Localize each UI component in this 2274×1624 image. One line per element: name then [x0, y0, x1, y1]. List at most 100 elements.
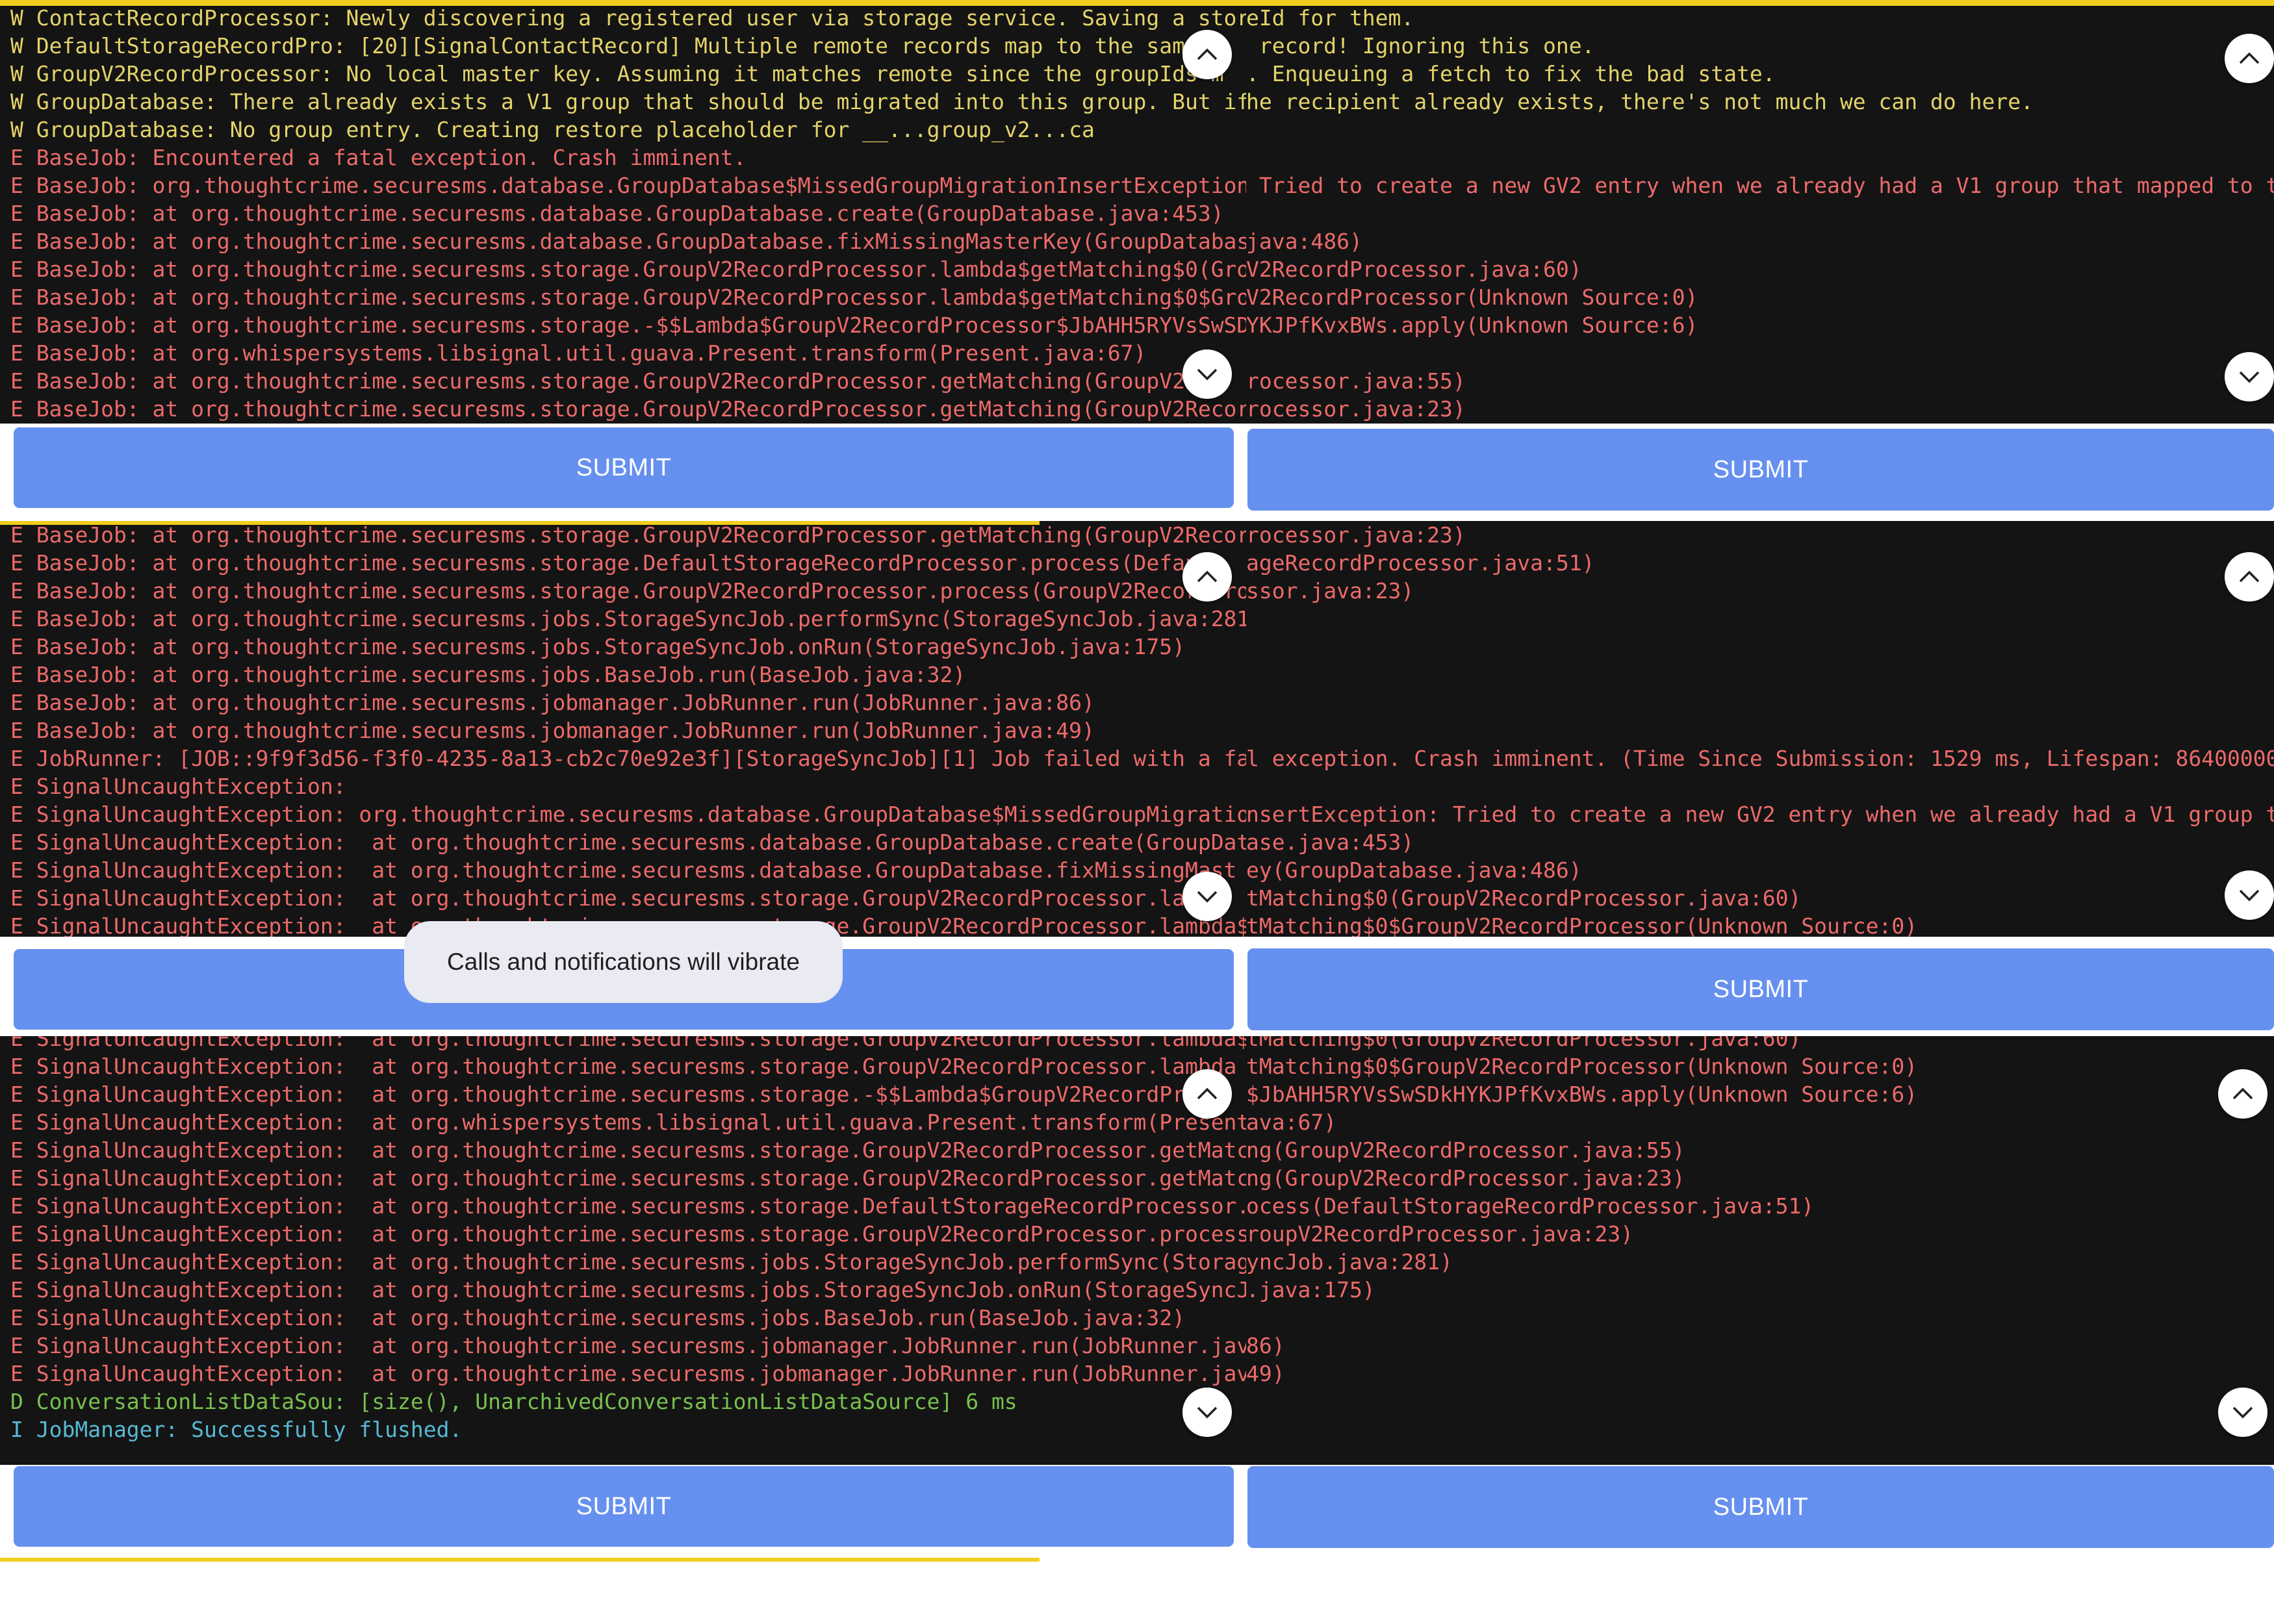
- scroll-up-button[interactable]: [2225, 552, 2274, 602]
- log-line: ssor.java:23): [1246, 578, 1414, 603]
- log-line: W ContactRecordProcessor: Newly discover…: [10, 5, 1246, 31]
- log-line: ng(GroupV2RecordProcessor.java:23): [1246, 1165, 1685, 1191]
- chevron-up-icon: [1197, 570, 1218, 583]
- scroll-up-button[interactable]: [1182, 1069, 1232, 1119]
- chevron-down-icon: [1197, 1406, 1218, 1419]
- log-view[interactable]: E SignalUncaughtException: at org.though…: [0, 1036, 1246, 1443]
- log-line: E BaseJob: at org.thoughtcrime.securesms…: [10, 229, 1246, 254]
- left-log-panel-top[interactable]: W ContactRecordProcessor: Newly discover…: [0, 0, 1246, 424]
- log-view[interactable]: E BaseJob: at org.thoughtcrime.securesms…: [0, 521, 1246, 937]
- log-line: nsertException: Tried to create a new GV…: [1246, 802, 2274, 827]
- log-line: W GroupDatabase: There already exists a …: [10, 89, 1246, 114]
- chevron-up-icon: [1197, 1087, 1218, 1100]
- log-line: yncJob.java:281): [1246, 1249, 1453, 1275]
- scroll-up-button[interactable]: [1182, 30, 1232, 79]
- log-line: E BaseJob: org.thoughtcrime.securesms.da…: [10, 173, 1246, 198]
- log-line: E SignalUncaughtException:: [10, 774, 346, 799]
- log-line: ava:67): [1246, 1110, 1337, 1135]
- log-line: E BaseJob: at org.thoughtcrime.securesms…: [10, 257, 1246, 282]
- log-line: W GroupDatabase: No group entry. Creatin…: [10, 117, 1095, 142]
- scroll-down-button[interactable]: [2225, 870, 2274, 920]
- log-line: E BaseJob: at org.thoughtcrime.securesms…: [10, 718, 1095, 743]
- submit-button[interactable]: SUBMIT: [14, 427, 1234, 508]
- log-line: E SignalUncaughtException: at org.though…: [10, 1054, 1237, 1079]
- right-log-panel-top[interactable]: eId for them. record! Ignoring this one.…: [1246, 0, 2274, 424]
- scroll-down-button[interactable]: [2225, 352, 2274, 401]
- log-line: YKJPfKvxBWs.apply(Unknown Source:6): [1246, 312, 1698, 338]
- log-line: tMatching$0$GroupV2RecordProcessor(Unkno…: [1246, 1054, 1918, 1079]
- log-line: Tried to create a new GV2 entry when we …: [1246, 173, 2274, 198]
- log-view[interactable]: rocessor.java:23) ageRecordProcessor.java…: [1246, 521, 2274, 937]
- log-line: W GroupV2RecordProcessor: No local maste…: [10, 61, 1224, 86]
- log-line: java:486): [1246, 229, 1362, 254]
- log-line: E SignalUncaughtException: at org.though…: [10, 857, 1237, 883]
- chevron-up-icon: [1197, 48, 1218, 60]
- scroll-up-button[interactable]: [1182, 552, 1232, 602]
- left-log-panel-middle[interactable]: E BaseJob: at org.thoughtcrime.securesms…: [0, 521, 1246, 937]
- log-line: E SignalUncaughtException: org.thoughtcr…: [10, 802, 1246, 827]
- submit-button[interactable]: SUBMIT: [1247, 429, 2274, 511]
- log-line: E SignalUncaughtException: at org.though…: [10, 1277, 1246, 1302]
- log-line: E BaseJob: at org.thoughtcrime.securesms…: [10, 578, 1246, 603]
- log-line: E BaseJob: at org.thoughtcrime.securesms…: [10, 634, 1185, 659]
- log-line: E BaseJob: at org.thoughtcrime.securesms…: [10, 522, 1246, 548]
- log-line: E BaseJob: at org.thoughtcrime.securesms…: [10, 285, 1246, 310]
- submit-button[interactable]: SUBMIT: [14, 1466, 1234, 1547]
- scroll-down-button[interactable]: [1182, 1388, 1232, 1437]
- log-line: $JbAHH5RYVsSwSDkHYKJPfKvxBWs.apply(Unkno…: [1246, 1082, 1918, 1107]
- chevron-down-icon: [2239, 889, 2260, 902]
- log-line: E BaseJob: at org.whispersystems.libsign…: [10, 340, 1147, 366]
- log-line: W DefaultStorageRecordPro: [20][SignalCo…: [10, 33, 1224, 58]
- log-line: . Enqueuing a fetch to fix the bad state…: [1246, 61, 1776, 86]
- scroll-up-button[interactable]: [2225, 34, 2274, 83]
- log-line: I JobManager: Successfully flushed.: [10, 1417, 463, 1442]
- scroll-up-button[interactable]: [2218, 1069, 2268, 1119]
- submit-button[interactable]: SUBMIT: [1247, 948, 2274, 1030]
- log-line: E SignalUncaughtException: at org.though…: [10, 1036, 1246, 1051]
- log-line: E SignalUncaughtException: at org.though…: [10, 1249, 1246, 1275]
- log-line: eId for them.: [1246, 5, 1414, 31]
- scroll-down-button[interactable]: [1182, 872, 1232, 921]
- log-line: he recipient already exists, there's not…: [1246, 89, 2034, 114]
- log-line: ey(GroupDatabase.java:486): [1246, 857, 1582, 883]
- log-line: E SignalUncaughtException: at org.though…: [10, 830, 1246, 855]
- log-line: E BaseJob: at org.thoughtcrime.securesms…: [10, 312, 1246, 338]
- log-line: E SignalUncaughtException: at org.though…: [10, 1137, 1246, 1163]
- log-line: E BaseJob: at org.thoughtcrime.securesms…: [10, 662, 966, 687]
- toast-message: Calls and notifications will vibrate: [404, 921, 843, 1003]
- log-line: ocess(DefaultStorageRecordProcessor.java…: [1246, 1193, 1815, 1219]
- log-line: rocessor.java:23): [1246, 522, 1466, 548]
- log-line: record! Ignoring this one.: [1246, 33, 1595, 58]
- submit-button[interactable]: SUBMIT: [1247, 1466, 2274, 1548]
- chevron-down-icon: [2239, 371, 2260, 383]
- log-view[interactable]: tMatching$0(GroupV2RecordProcessor.java:…: [1246, 1036, 2274, 1443]
- log-line: E SignalUncaughtException: at org.though…: [10, 1305, 1185, 1330]
- log-line: E SignalUncaughtException: at org.whispe…: [10, 1110, 1246, 1135]
- log-view[interactable]: eId for them. record! Ignoring this one.…: [1246, 4, 2274, 423]
- right-log-panel-bottom[interactable]: tMatching$0(GroupV2RecordProcessor.java:…: [1246, 1036, 2274, 1465]
- log-line: 49): [1246, 1361, 1285, 1386]
- right-log-panel-middle[interactable]: rocessor.java:23) ageRecordProcessor.java…: [1246, 521, 2274, 937]
- log-view[interactable]: W ContactRecordProcessor: Newly discover…: [0, 4, 1246, 423]
- log-line: ng(GroupV2RecordProcessor.java:55): [1246, 1137, 1685, 1163]
- log-line: E SignalUncaughtException: at org.though…: [10, 1221, 1246, 1247]
- scroll-down-button[interactable]: [1182, 349, 1232, 399]
- chevron-down-icon: [1197, 891, 1218, 903]
- left-log-panel-bottom[interactable]: E SignalUncaughtException: at org.though…: [0, 1036, 1246, 1465]
- log-line: E SignalUncaughtException: at org.though…: [10, 885, 1224, 911]
- log-line: E BaseJob: at org.thoughtcrime.securesms…: [10, 606, 1246, 631]
- scroll-down-button[interactable]: [2218, 1388, 2268, 1437]
- chevron-up-icon: [2239, 52, 2260, 64]
- log-line: tMatching$0$GroupV2RecordProcessor(Unkno…: [1246, 913, 1918, 937]
- log-line: E BaseJob: Encountered a fatal exception…: [10, 145, 747, 170]
- chevron-down-icon: [1197, 368, 1218, 381]
- log-line: E SignalUncaughtException: at org.though…: [10, 1361, 1246, 1386]
